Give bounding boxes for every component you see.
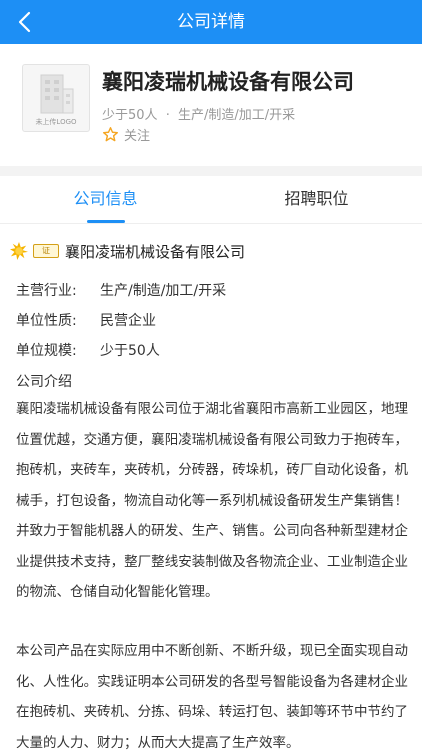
tab-company-info-label: 公司信息 [73, 189, 138, 208]
verified-badge-row: 证 襄阳凌瑞机械设备有限公司 [10, 240, 245, 262]
field-label: 主营行业: [16, 283, 77, 299]
certificate-badge: 证 [33, 244, 59, 258]
logo-placeholder-text: 未上传LOGO [35, 118, 77, 126]
field-label: 单位性质: [16, 313, 77, 329]
field-company-scale: 单位规模: 少于50人 [16, 340, 160, 362]
tab-job-positions-label: 招聘职位 [284, 189, 349, 208]
company-size: 少于50人 [102, 108, 158, 123]
tab-job-positions[interactable]: 招聘职位 [211, 176, 422, 224]
field-label: 单位规模: [16, 343, 77, 359]
follow-button[interactable]: 关注 [102, 124, 150, 144]
page-title: 公司详情 [177, 12, 245, 32]
field-main-industry: 主营行业: 生产/制造/加工/开采 [16, 280, 226, 302]
field-company-nature: 单位性质: 民营企业 [16, 310, 156, 332]
tab-bar: 公司信息 招聘职位 [0, 176, 422, 224]
company-meta: 少于50人 · 生产/制造/加工/开采 [102, 104, 295, 123]
follow-label: 关注 [124, 128, 151, 144]
tab-company-info[interactable]: 公司信息 [0, 176, 211, 224]
field-value: 民营企业 [100, 313, 156, 329]
intro-paragraph: 本公司产品在实际应用中不断创新、不断升级，现已全面实现自动化、人性化。实践证明本… [16, 643, 408, 750]
company-industry: 生产/制造/加工/开采 [177, 108, 296, 123]
nav-bar: 公司详情 [0, 0, 422, 44]
intro-paragraph: 襄阳凌瑞机械设备有限公司位于湖北省襄阳市高新工业园区，地理位置优越，交通方便，襄… [16, 401, 408, 600]
company-logo-placeholder: 未上传LOGO [22, 64, 90, 132]
field-value: 少于50人 [100, 343, 160, 359]
star-icon [102, 126, 119, 141]
intro-heading: 公司介绍 [16, 374, 72, 390]
section-divider [0, 166, 422, 176]
meta-separator: · [165, 108, 170, 123]
field-value: 生产/制造/加工/开采 [100, 283, 227, 299]
company-name: 襄阳凌瑞机械设备有限公司 [102, 70, 354, 94]
sun-badge-icon [10, 242, 28, 260]
building-icon [40, 74, 74, 114]
company-header: 未上传LOGO 襄阳凌瑞机械设备有限公司 少于50人 · 生产/制造/加工/开采… [0, 44, 422, 166]
active-tab-indicator [87, 220, 125, 223]
verified-company-name: 襄阳凌瑞机械设备有限公司 [65, 242, 246, 261]
